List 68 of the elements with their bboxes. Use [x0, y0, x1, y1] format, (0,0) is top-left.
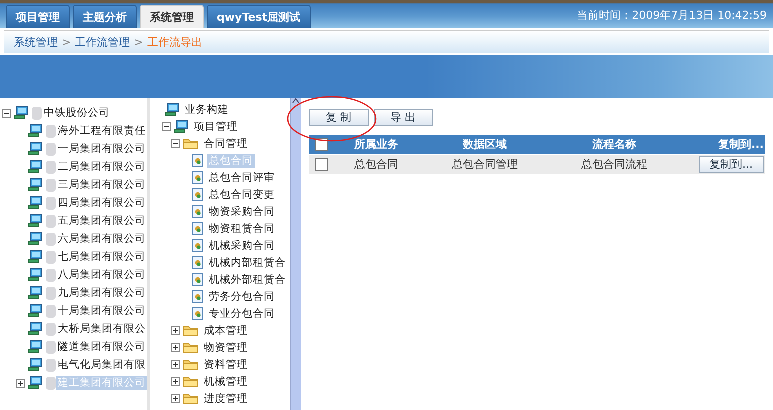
- tree-item[interactable]: 二局集团有限公司: [56, 160, 147, 174]
- tree-item[interactable]: 总包合同评审: [207, 170, 277, 184]
- tree-item[interactable]: 专业分包合同: [207, 306, 277, 320]
- tree-item[interactable]: 劳务分包合同: [207, 290, 277, 304]
- computer-icon: [28, 304, 43, 318]
- computer-icon: [28, 250, 43, 264]
- column-header: 流程名称: [550, 135, 679, 154]
- tree-item[interactable]: 海外工程有限责任: [56, 124, 147, 138]
- breadcrumb-separator: >: [62, 36, 72, 48]
- toolbar-button[interactable]: 导 出: [374, 109, 433, 126]
- tree-item[interactable]: 物资采购合同: [207, 204, 277, 218]
- computer-icon: [28, 214, 43, 228]
- toolbar-button[interactable]: 复 制: [309, 109, 368, 126]
- table-cell: 总包合同: [333, 154, 420, 174]
- tree-item[interactable]: 成本管理: [202, 324, 250, 338]
- tree-item[interactable]: 进度管理: [202, 392, 250, 406]
- computer-icon: [28, 196, 43, 210]
- column-header: 数据区域: [420, 135, 550, 154]
- tree-item[interactable]: 一局集团有限公司: [56, 142, 147, 156]
- tree-item[interactable]: 资料管理: [202, 358, 250, 372]
- computer-icon: [28, 268, 43, 282]
- tree-item[interactable]: 隧道集团有限公司: [56, 340, 147, 354]
- tree-item[interactable]: 项目管理: [192, 120, 240, 134]
- computer-icon: [28, 232, 43, 246]
- tree-item[interactable]: 中铁股份公司: [42, 106, 112, 120]
- tree-item[interactable]: 四局集团有限公司: [56, 196, 147, 210]
- tree-item[interactable]: 物资管理: [202, 340, 250, 354]
- column-header: 所属业务: [333, 135, 420, 154]
- tree-item[interactable]: 物资租赁合同: [207, 222, 277, 236]
- computer-icon: [28, 340, 43, 354]
- tree-item[interactable]: 合同管理: [202, 136, 250, 150]
- tree-item[interactable]: 十局集团有限公司: [56, 304, 147, 318]
- tree-item[interactable]: 电气化局集团有限: [56, 358, 147, 372]
- tree-item[interactable]: 大桥局集团有限公: [56, 322, 147, 336]
- computer-icon: [28, 286, 43, 300]
- tree-item[interactable]: 九局集团有限公司: [56, 286, 147, 300]
- column-header: 复制到...: [679, 135, 765, 154]
- tree-item[interactable]: 机械内部租赁合: [207, 256, 288, 270]
- nav-tab[interactable]: 项目管理: [6, 5, 70, 28]
- tree-item[interactable]: 机械管理: [202, 374, 250, 388]
- breadcrumb-separator: >: [134, 36, 144, 48]
- nav-tab[interactable]: 系统管理: [140, 5, 204, 28]
- computer-icon: [28, 358, 43, 372]
- tree-item[interactable]: 八局集团有限公司: [56, 268, 147, 282]
- tree-item[interactable]: 六局集团有限公司: [56, 232, 147, 246]
- breadcrumb-link[interactable]: 工作流管理: [75, 34, 130, 50]
- tree-item[interactable]: 五局集团有限公司: [56, 214, 147, 228]
- table-cell: 总包合同流程: [550, 154, 679, 174]
- tree-item[interactable]: 三局集团有限公司: [56, 178, 147, 192]
- computer-icon: [28, 142, 43, 156]
- nav-tab[interactable]: qwyTest屈测试: [207, 5, 311, 28]
- nav-tab[interactable]: 主题分析: [73, 5, 137, 28]
- computer-icon: [28, 160, 43, 174]
- breadcrumb-link[interactable]: 系统管理: [14, 34, 58, 50]
- computer-icon: [14, 106, 29, 120]
- tree-item[interactable]: 机械采购合同: [207, 238, 277, 252]
- tree-item[interactable]: 机械外部租赁合: [207, 272, 288, 286]
- table-cell: 总包合同管理: [420, 154, 550, 174]
- computer-icon: [28, 376, 43, 390]
- tree-item[interactable]: 业务构建: [183, 102, 231, 116]
- computer-icon: [28, 178, 43, 192]
- computer-icon: [28, 322, 43, 336]
- row-checkbox[interactable]: [314, 158, 328, 171]
- current-time: 当前时间：2009年7月13日 10:42:59: [577, 8, 768, 24]
- computer-icon: [28, 124, 43, 138]
- copy-to-button[interactable]: 复制到...: [698, 156, 764, 173]
- tree-item[interactable]: 总包合同变更: [207, 188, 277, 202]
- tree-item[interactable]: 七局集团有限公司: [56, 250, 147, 264]
